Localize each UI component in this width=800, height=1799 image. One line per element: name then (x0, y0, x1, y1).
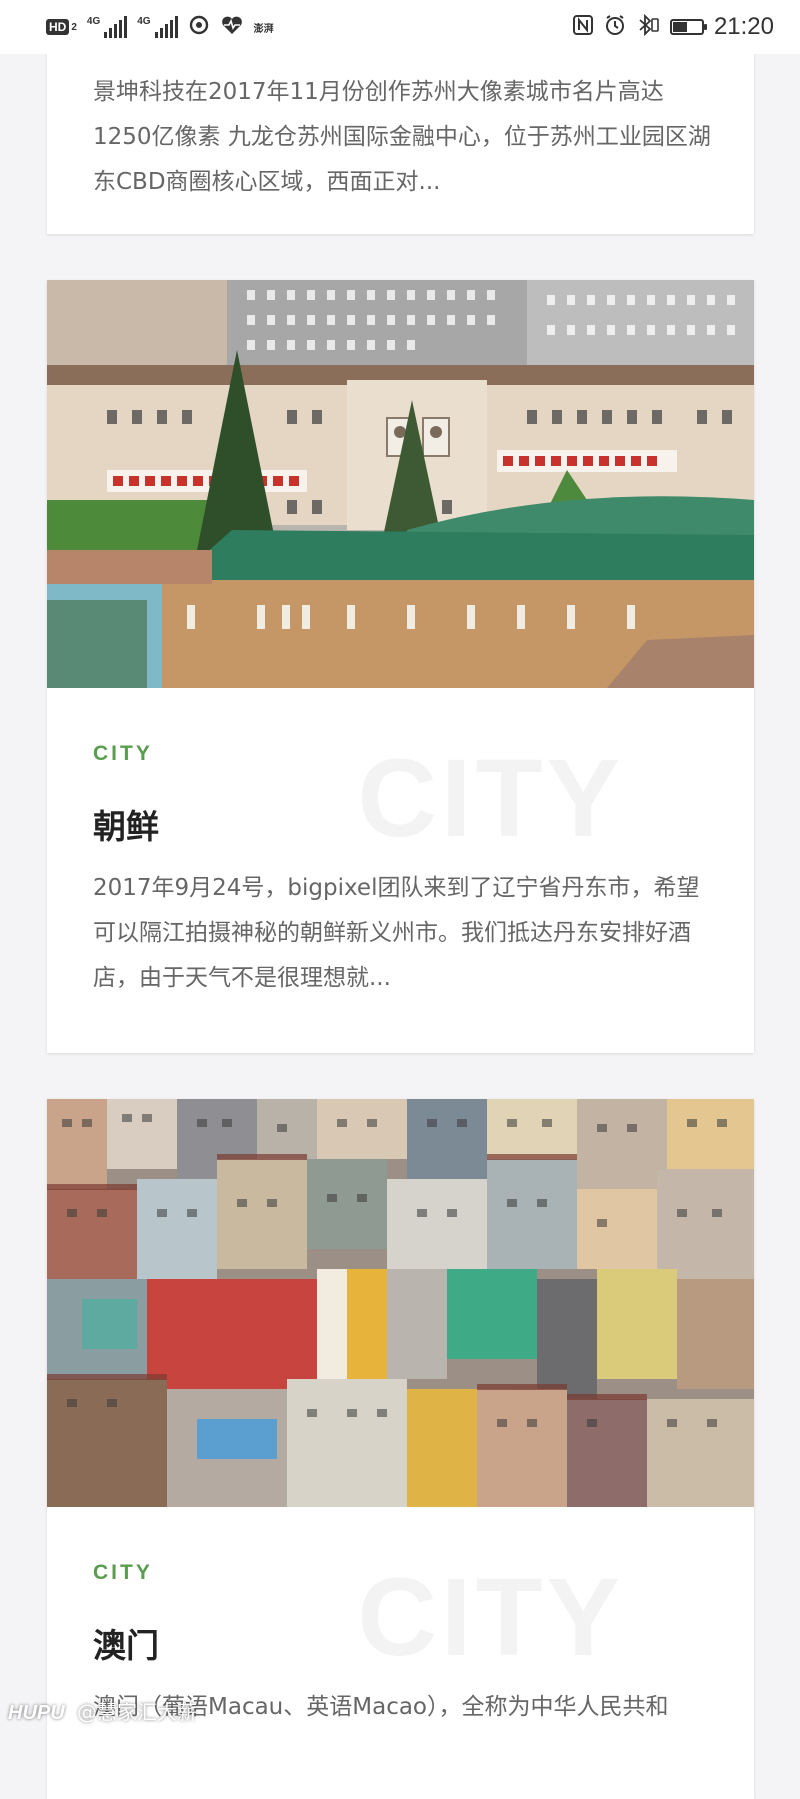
korea-city-photo (47, 280, 754, 688)
article-category[interactable]: CITY (93, 742, 708, 766)
network-type-2-label: 4G (137, 16, 151, 27)
hd-voice-icon: HD 2 (46, 19, 77, 35)
article-body: CITY CITY 朝鲜 2017年9月24号，bigpixel团队来到了辽宁省… (47, 688, 754, 1001)
app-notification-label: 澎湃 (253, 23, 274, 35)
alarm-icon (604, 14, 626, 41)
macau-city-photo (47, 1099, 754, 1507)
status-right: 21:20 (572, 13, 774, 41)
bluetooth-vibrate-icon (636, 13, 660, 41)
article-excerpt: 景坤科技在2017年11月份创作苏州大像素城市名片高达1250亿像素 九龙仓苏州… (93, 79, 711, 195)
article-excerpt: 2017年9月24号，bigpixel团队来到了辽宁省丹东市，希望可以隔江拍摄神… (93, 875, 700, 991)
hd-sub-label: 2 (71, 21, 77, 33)
status-bar: HD 2 4G 4G 澎湃 21:20 (0, 0, 800, 54)
article-title[interactable]: 朝鲜 (93, 800, 708, 848)
cell-signal-2-icon: 4G (137, 16, 178, 38)
article-card-korea[interactable]: CITY CITY 朝鲜 2017年9月24号，bigpixel团队来到了辽宁省… (47, 280, 754, 1053)
article-card-macau[interactable]: CITY CITY 澳门 澳门（葡语Macau、英语Macao），全称为中华人民… (47, 1099, 754, 1799)
watermark-username: @慧家汇大薪 (77, 1700, 198, 1724)
health-heart-icon (220, 14, 244, 41)
hupu-logo: HUPU (8, 1702, 65, 1724)
weibo-icon (188, 14, 210, 41)
article-image-korea[interactable] (47, 280, 754, 688)
battery-fill (672, 22, 687, 32)
clock: 21:20 (713, 13, 774, 40)
article-title[interactable]: 澳门 (93, 1619, 708, 1667)
network-type-label: 4G (86, 16, 101, 27)
cell-signal-icon: 4G (86, 16, 128, 38)
hd-label: HD (46, 19, 70, 35)
status-left: HD 2 4G 4G 澎湃 (46, 14, 274, 41)
article-image-macau[interactable] (47, 1099, 754, 1507)
source-watermark: HUPU @慧家汇大薪 (8, 1696, 197, 1725)
article-category[interactable]: CITY (93, 1561, 708, 1585)
battery-icon (669, 19, 707, 35)
nfc-icon (572, 14, 594, 41)
